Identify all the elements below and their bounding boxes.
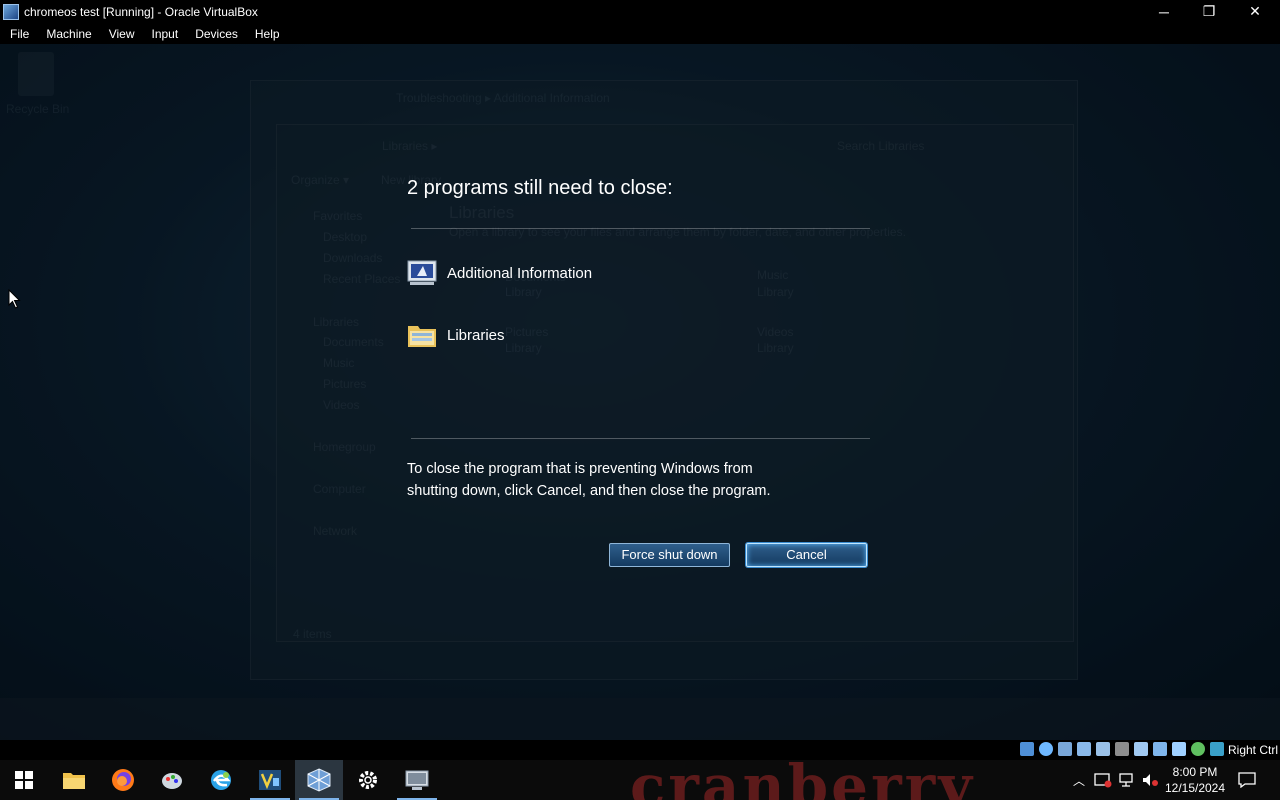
menu-help[interactable]: Help — [245, 27, 287, 41]
dialog-separator-top — [411, 228, 870, 229]
mouse-cursor-icon — [8, 289, 21, 309]
menu-view[interactable]: View — [99, 27, 142, 41]
wallpaper-watermark: cranberry — [630, 760, 975, 800]
taskbar-paint[interactable] — [148, 760, 196, 800]
usb-icon[interactable] — [1096, 742, 1110, 756]
tray-network[interactable] — [1116, 760, 1138, 800]
guest-screen[interactable]: Recycle Bin Troubleshooting ▸ Additional… — [0, 44, 1280, 740]
edge-legacy-icon — [211, 770, 231, 790]
audio-icon[interactable] — [1058, 742, 1072, 756]
host-taskbar: cranberry ︿ 8:00 PM 12/15/2024 — [0, 760, 1280, 800]
notification-center-button[interactable] — [1234, 760, 1260, 800]
taskbar-visual-studio[interactable] — [246, 760, 294, 800]
menu-file[interactable]: File — [0, 27, 36, 41]
dim-overlay — [0, 44, 1280, 740]
keyboard-capture-icon[interactable] — [1210, 742, 1224, 756]
menu-machine[interactable]: Machine — [36, 27, 98, 41]
display-icon[interactable] — [1134, 742, 1148, 756]
shared-folders-icon[interactable] — [1115, 742, 1129, 756]
tray-chevron-up-icon[interactable]: ︿ — [1070, 760, 1088, 800]
mouse-integration-icon[interactable] — [1191, 742, 1205, 756]
network-icon[interactable] — [1077, 742, 1091, 756]
taskbar-file-explorer[interactable] — [50, 760, 98, 800]
tray-security-warning[interactable] — [1092, 760, 1114, 800]
folder-icon — [408, 326, 436, 347]
taskbar-settings[interactable] — [344, 760, 392, 800]
program-row-additional-information[interactable]: Additional Information — [407, 258, 592, 288]
volume-muted-icon — [1143, 774, 1158, 786]
program-name: Libraries — [447, 326, 505, 344]
program-row-libraries[interactable]: Libraries — [407, 320, 505, 350]
clock-date: 12/15/2024 — [1164, 781, 1226, 795]
virtualbox-app-icon — [3, 3, 19, 20]
virtualbox-status-bar: Right Ctrl — [0, 740, 1280, 760]
host-key-label: Right Ctrl — [1227, 743, 1278, 757]
security-alert-icon — [1094, 773, 1112, 788]
network-ethernet-icon — [1119, 773, 1133, 787]
file-explorer-icon — [63, 773, 85, 789]
host-title-bar: chromeos test [Running] - Oracle Virtual… — [0, 0, 1280, 23]
virtualbox-icon — [307, 768, 331, 792]
taskbar-edge[interactable] — [197, 760, 245, 800]
virtual-machine-icon — [405, 770, 429, 790]
host-menu-bar: File Machine View Input Devices Help — [0, 23, 1280, 44]
taskbar-virtualbox[interactable] — [295, 760, 343, 800]
firefox-icon — [112, 769, 134, 791]
monitor-icon — [407, 260, 437, 285]
hard-disk-icon[interactable] — [1020, 742, 1034, 756]
tray-volume[interactable] — [1140, 760, 1160, 800]
windows-start-icon — [15, 771, 33, 789]
taskbar-vm-window[interactable] — [393, 760, 441, 800]
optical-drive-icon[interactable] — [1039, 742, 1053, 756]
dialog-explanation: To close the program that is preventing … — [407, 461, 771, 499]
close-button[interactable]: ✕ — [1232, 0, 1278, 23]
menu-input[interactable]: Input — [142, 27, 186, 41]
host-window-title: chromeos test [Running] - Oracle Virtual… — [24, 4, 258, 19]
dialog-separator-bottom — [411, 438, 870, 439]
start-button[interactable] — [0, 760, 48, 800]
recording-icon[interactable] — [1153, 742, 1167, 756]
cpu-icon[interactable] — [1172, 742, 1186, 756]
restore-button[interactable]: ❐ — [1186, 0, 1232, 23]
tray-clock[interactable]: 8:00 PM 12/15/2024 — [1160, 764, 1230, 796]
dialog-title: 2 programs still need to close: — [407, 177, 673, 199]
cancel-button[interactable]: Cancel — [746, 543, 867, 567]
taskbar-firefox[interactable] — [99, 760, 147, 800]
visual-studio-icon — [259, 770, 281, 790]
minimize-button[interactable]: ─ — [1141, 0, 1187, 23]
notifications-icon — [1238, 772, 1256, 788]
paint-icon — [162, 773, 182, 789]
force-shut-down-button[interactable]: Force shut down — [609, 543, 730, 567]
program-name: Additional Information — [447, 264, 593, 282]
clock-time: 8:00 PM — [1172, 765, 1218, 779]
settings-gear-icon — [359, 771, 377, 789]
menu-devices[interactable]: Devices — [185, 27, 245, 41]
